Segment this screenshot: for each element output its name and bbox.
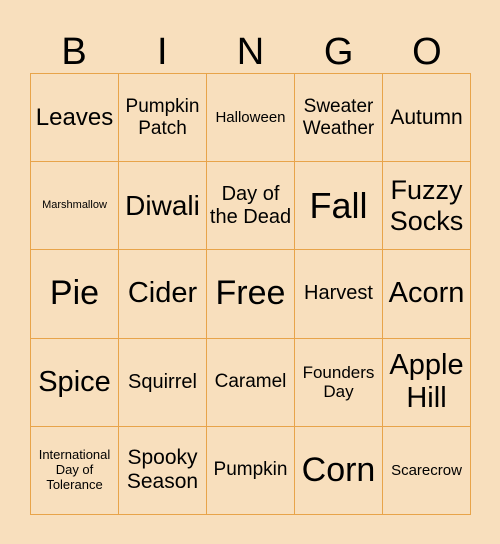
- bingo-cell[interactable]: Fuzzy Socks: [383, 162, 471, 251]
- bingo-card: Leaves Pumpkin Patch Halloween Sweater Weat…: [30, 73, 471, 515]
- bingo-cell[interactable]: Corn: [295, 426, 383, 515]
- bingo-cell[interactable]: Pumpkin Patch: [119, 74, 207, 163]
- bingo-cell[interactable]: Fall: [295, 162, 383, 251]
- bingo-cell[interactable]: Free: [207, 250, 295, 339]
- bingo-cell[interactable]: Spice: [31, 338, 119, 427]
- bingo-header: B I N G O: [30, 30, 471, 74]
- bingo-cell[interactable]: Apple Hill: [383, 338, 471, 427]
- header-letter-g: G: [323, 31, 354, 73]
- bingo-cell[interactable]: Acorn: [383, 250, 471, 339]
- bingo-cell[interactable]: Scarecrow: [383, 426, 471, 515]
- bingo-cell[interactable]: Diwali: [119, 162, 207, 251]
- bingo-cell[interactable]: Day of the Dead: [207, 162, 295, 251]
- bingo-cell[interactable]: Squirrel: [119, 338, 207, 427]
- bingo-cell[interactable]: International Day of Tolerance: [31, 426, 119, 515]
- bingo-cell[interactable]: Cider: [119, 250, 207, 339]
- bingo-cell[interactable]: Halloween: [207, 74, 295, 163]
- bingo-cell[interactable]: Pumpkin: [207, 426, 295, 515]
- bingo-cell[interactable]: Founders Day: [295, 338, 383, 427]
- bingo-cell[interactable]: Autumn: [383, 74, 471, 163]
- bingo-cell[interactable]: Caramel: [207, 338, 295, 427]
- bingo-cell[interactable]: Harvest: [295, 250, 383, 339]
- bingo-cell[interactable]: Spooky Season: [119, 426, 207, 515]
- bingo-cell[interactable]: Marshmallow: [31, 162, 119, 251]
- header-letter-b: B: [61, 31, 87, 73]
- bingo-cell[interactable]: Pie: [31, 250, 119, 339]
- bingo-cell[interactable]: Leaves: [31, 74, 119, 163]
- header-letter-n: N: [236, 31, 265, 73]
- header-letter-i: I: [157, 31, 168, 73]
- bingo-cell[interactable]: Sweater Weather: [295, 74, 383, 163]
- header-letter-o: O: [412, 31, 442, 73]
